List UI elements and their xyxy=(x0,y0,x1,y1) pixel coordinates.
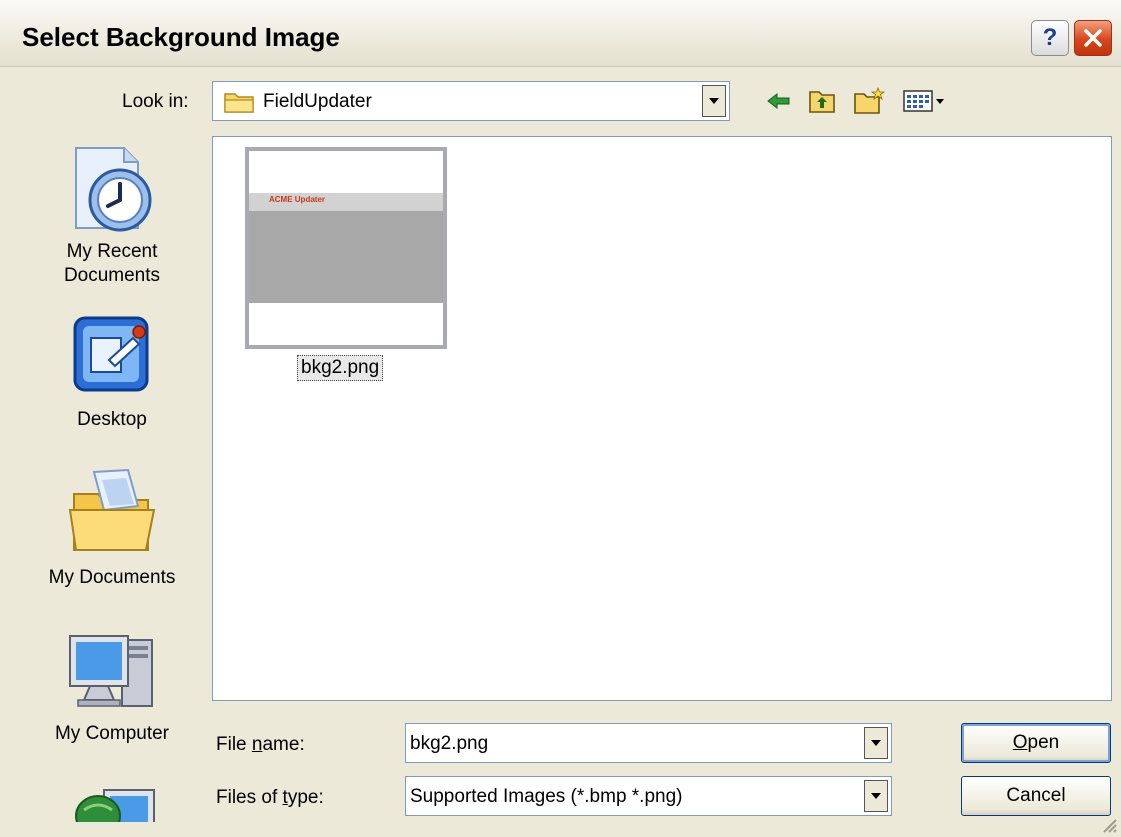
file-name-label-prefix: File xyxy=(216,734,252,755)
back-arrow-icon xyxy=(767,92,790,110)
new-folder-icon xyxy=(854,87,885,114)
file-thumbnail-bkg2[interactable]: ACME Updater xyxy=(245,147,447,349)
file-name-input[interactable]: bkg2.png xyxy=(405,723,892,763)
open-button[interactable]: Open xyxy=(961,723,1111,763)
views-menu-button[interactable] xyxy=(900,85,948,117)
my-computer-icon xyxy=(69,635,153,707)
file-name-label-accel: n xyxy=(251,734,263,755)
files-of-type-value: Supported Images (*.bmp *.png) xyxy=(410,786,683,807)
my-documents-icon xyxy=(68,468,156,551)
open-button-rest: pen xyxy=(1027,732,1060,753)
place-my-computer[interactable]: My Computer xyxy=(22,630,202,746)
cancel-button[interactable]: Cancel xyxy=(961,776,1111,816)
files-of-type-dropdown-button[interactable] xyxy=(864,780,888,812)
folder-icon xyxy=(224,93,254,113)
files-of-type-label: Files of type: xyxy=(216,787,324,809)
place-label-desktop: Desktop xyxy=(77,409,147,430)
chevron-down-icon xyxy=(871,740,881,746)
place-label-my-documents: My Documents xyxy=(48,567,176,588)
place-desktop[interactable]: Desktop xyxy=(22,312,202,432)
file-name-label-text: File name: xyxy=(216,734,305,756)
thumbnail-caption: ACME Updater xyxy=(269,195,326,204)
cancel-button-label: Cancel xyxy=(1006,785,1066,806)
thumbnail-header-strip: ACME Updater xyxy=(249,193,443,211)
desktop-icon xyxy=(73,316,149,392)
chevron-down-icon xyxy=(871,793,881,799)
file-list[interactable]: ACME Updater bkg2.png xyxy=(212,136,1112,701)
dialog-title: Select Background Image xyxy=(22,22,340,52)
close-icon xyxy=(1084,29,1102,47)
files-of-type-label-suffix: ype: xyxy=(287,787,324,808)
recent-documents-icon xyxy=(75,147,152,232)
network-places-icon xyxy=(75,789,155,822)
files-of-type-select[interactable]: Supported Images (*.bmp *.png) xyxy=(405,776,892,816)
look-in-dropdown-button[interactable] xyxy=(702,85,726,117)
place-my-recent-documents[interactable]: My Recent Documents xyxy=(22,140,202,288)
look-in-combo[interactable]: FieldUpdater xyxy=(212,81,730,121)
file-name-dropdown-button[interactable] xyxy=(864,727,888,759)
place-my-network-places[interactable] xyxy=(22,782,202,822)
chevron-down-icon xyxy=(709,98,719,104)
look-in-label: Look in: xyxy=(122,91,189,112)
up-one-level-icon xyxy=(809,91,835,113)
title-bar[interactable]: Select Background Image ? xyxy=(0,0,1121,67)
thumbnail-image: ACME Updater xyxy=(249,193,443,303)
files-of-type-label-prefix: Files of xyxy=(216,787,283,808)
file-name-label[interactable]: bkg2.png xyxy=(297,355,384,381)
up-one-level-button[interactable] xyxy=(806,85,838,117)
back-button[interactable] xyxy=(764,85,794,117)
file-name-value: bkg2.png xyxy=(410,733,489,754)
views-menu-icon xyxy=(903,90,944,112)
question-mark-icon: ? xyxy=(1042,24,1058,51)
place-my-documents[interactable]: My Documents xyxy=(22,466,202,590)
help-button[interactable]: ? xyxy=(1031,20,1069,56)
place-label-my-computer: My Computer xyxy=(54,723,170,744)
new-folder-button[interactable] xyxy=(852,85,886,117)
open-button-label: Open xyxy=(1013,732,1059,754)
open-button-accel: O xyxy=(1012,732,1028,753)
resize-grip-icon[interactable] xyxy=(1099,815,1117,833)
select-background-dialog: Select Background Image ? Look in: Field… xyxy=(0,0,1121,837)
place-label-my-recent-documents: My Recent Documents xyxy=(63,241,161,286)
look-in-value: FieldUpdater xyxy=(263,91,372,112)
close-button[interactable] xyxy=(1074,20,1112,56)
file-name-label-suffix: ame: xyxy=(262,734,305,755)
